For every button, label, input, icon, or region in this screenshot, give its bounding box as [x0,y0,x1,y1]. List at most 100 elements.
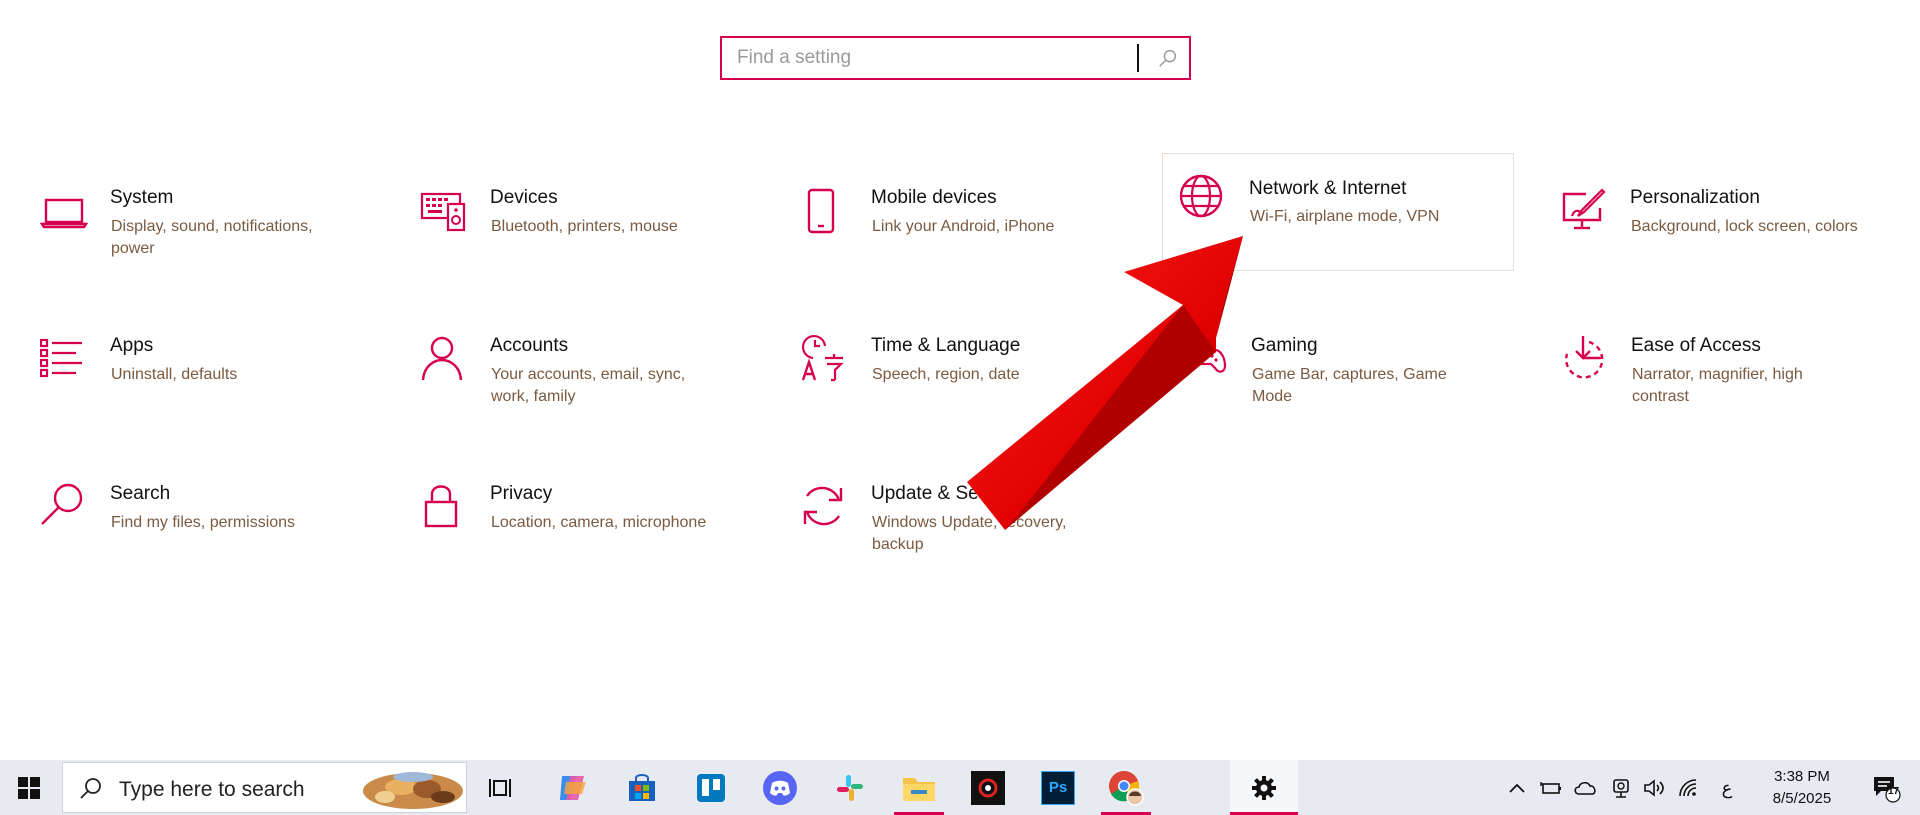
tile-personalization[interactable]: Personalization Background, lock screen,… [1560,166,1920,266]
windows-logo-icon [18,776,40,799]
slack-icon [836,774,863,801]
tile-description: Background, lock screen, colors [1631,218,1858,235]
taskbar-search-placeholder: Type here to search [119,778,305,801]
tile-update-security[interactable]: Update & Security Windows Update, recove… [801,462,1171,562]
start-button[interactable] [0,760,58,815]
discord-icon [762,770,797,805]
cloud-icon [1574,781,1596,795]
microsoft-store-app[interactable] [614,760,669,815]
tile-title: Update & Security [871,483,1025,504]
copilot-app[interactable] [545,760,600,815]
wifi-icon [1679,778,1697,796]
webcam-icon [1613,778,1629,798]
tile-title: Privacy [490,483,553,504]
tile-title: Time & Language [871,335,1021,356]
tile-mobile-devices[interactable]: Mobile devices Link your Android, iPhone [801,166,1171,266]
photoshop-app[interactable]: Ps [1030,760,1086,815]
tile-description: Game Bar, captures, Game Mode [1252,366,1447,405]
tile-description: Location, camera, microphone [491,514,707,531]
search-icon [80,778,101,799]
clock-date: 8/5/2025 [1772,789,1832,807]
notification-count: 17 [1888,786,1900,797]
trello-app[interactable] [683,760,738,815]
tile-description: Wi-Fi, airplane mode, VPN [1250,208,1440,225]
tile-title: Personalization [1630,187,1760,208]
laptop-icon [40,198,89,229]
task-view-button[interactable] [475,760,527,815]
tile-privacy[interactable]: Privacy Location, camera, microphone [420,462,790,562]
keyboard-speaker-icon [420,192,466,232]
tile-title: Accounts [490,335,569,356]
paint-monitor-icon [1562,188,1606,230]
tile-system[interactable]: System Display, sound, notifications, po… [40,166,410,266]
chrome-icon [1109,770,1144,806]
tile-apps[interactable]: Apps Uninstall, defaults [40,314,410,414]
media-app[interactable] [960,760,1016,815]
clock[interactable]: 3:38 PM 8/5/2025 [1752,760,1852,815]
search-highlight-food-icon [363,772,463,809]
tile-title: Gaming [1251,335,1318,356]
tile-description: Uninstall, defaults [111,366,238,383]
tile-network-internet[interactable]: Network & Internet Wi-Fi, airplane mode,… [1162,153,1514,271]
tile-title: Search [110,483,171,504]
network-status[interactable] [1675,760,1703,815]
task-view-icon [489,778,511,797]
search-icon[interactable] [1157,47,1179,69]
volume-control[interactable] [1641,760,1669,815]
photoshop-icon: Ps [1041,770,1075,805]
tile-title: Ease of Access [1631,335,1761,356]
phone-icon [807,188,835,234]
chevron-up-icon [1509,783,1525,793]
ease-of-access-icon [1565,336,1604,379]
tile-devices[interactable]: Devices Bluetooth, printers, mouse [420,166,790,266]
tile-title: Network & Internet [1249,178,1407,199]
gamepad-icon [1181,348,1227,373]
tile-description: Find my files, permissions [111,514,296,531]
slack-app[interactable] [822,760,877,815]
text-caret [1137,44,1139,72]
apps-list-icon [40,338,82,378]
folder-icon [903,777,935,801]
file-explorer-app[interactable] [891,760,947,815]
settings-search-box[interactable] [720,36,1191,80]
tile-time-language[interactable]: Time & Language Speech, region, date [801,314,1171,414]
person-icon [421,336,463,381]
tile-accounts[interactable]: Accounts Your accounts, email, sync, wor… [420,314,790,414]
tile-description: Speech, region, date [872,366,1020,383]
tile-title: System [110,187,174,208]
discord-app[interactable] [752,760,807,815]
tile-title: Mobile devices [871,187,997,208]
lock-icon [424,485,458,528]
tile-title: Apps [110,335,154,356]
action-center-button[interactable]: 17 [1860,760,1912,815]
speaker-icon [1644,778,1664,797]
tile-description: Windows Update, recovery, backup [872,514,1067,553]
store-icon [628,773,655,801]
gear-icon [1252,775,1276,800]
tile-description: Display, sound, notifications, power [111,218,313,257]
input-language[interactable]: ع [1712,760,1742,815]
trello-icon [696,773,725,802]
tile-search[interactable]: Search Find my files, permissions [40,462,410,562]
tile-ease-of-access[interactable]: Ease of Access Narrator, magnifier, high… [1561,314,1916,414]
taskbar-search-box[interactable]: Type here to search [62,762,467,813]
settings-app[interactable] [1230,760,1298,815]
magnifier-icon [41,483,83,525]
sync-icon [803,486,843,526]
globe-icon [1179,174,1223,218]
time-language-icon [801,334,844,382]
tile-gaming[interactable]: Gaming Game Bar, captures, Game Mode [1181,314,1551,414]
battery-charging-icon [1540,781,1561,794]
battery-status[interactable] [1538,760,1564,815]
onedrive-status[interactable] [1572,760,1600,815]
camera-mic-status[interactable] [1607,760,1635,815]
chrome-app[interactable] [1098,760,1154,815]
record-app-icon [971,770,1005,805]
tile-description: Bluetooth, printers, mouse [491,218,678,235]
show-hidden-icons[interactable] [1504,760,1530,815]
tile-description: Link your Android, iPhone [872,218,1055,235]
tile-description: Your accounts, email, sync, work, family [491,366,686,405]
copilot-icon [559,775,586,800]
search-input[interactable] [737,43,1117,73]
tile-title: Devices [490,187,558,208]
